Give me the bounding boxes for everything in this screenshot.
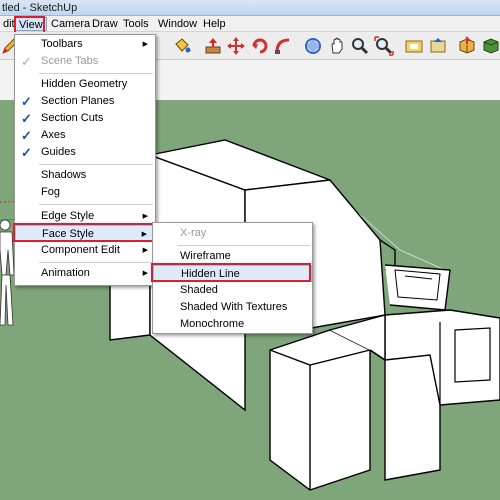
face-style-xray[interactable]: X-ray: [153, 225, 312, 242]
menu-draw[interactable]: Draw: [89, 17, 121, 31]
paint-bucket-icon[interactable]: [172, 36, 192, 56]
checkmark-icon: ✓: [21, 94, 32, 109]
face-style-monochrome[interactable]: Monochrome: [153, 316, 312, 333]
checkmark-icon: ✓: [21, 111, 32, 126]
hidden-line-highlight-box: [151, 263, 311, 282]
view-menu-guides[interactable]: ✓ Guides: [15, 144, 155, 161]
menu-camera[interactable]: Camera: [48, 17, 93, 31]
menu-separator: [39, 204, 153, 205]
view-menu-scene-tabs[interactable]: ✓ Scene Tabs: [15, 53, 155, 70]
menu-separator: [177, 245, 310, 246]
styles-icon[interactable]: [481, 36, 500, 56]
view-menu-toolbars[interactable]: Toolbars ▶: [15, 36, 155, 53]
checkmark-icon: ✓: [21, 145, 32, 160]
menu-separator: [39, 164, 153, 165]
move-icon[interactable]: [226, 36, 246, 56]
menu-help[interactable]: Help: [200, 17, 229, 31]
share-model-icon[interactable]: [428, 36, 448, 56]
follow-me-icon[interactable]: [273, 36, 293, 56]
zoom-extents-icon[interactable]: [374, 36, 394, 56]
menu-window[interactable]: Window: [155, 17, 200, 31]
zoom-icon[interactable]: [350, 36, 370, 56]
view-menu: Toolbars ▶ ✓ Scene Tabs Hidden Geometry …: [14, 34, 156, 286]
window-title: tled - SketchUp: [2, 2, 78, 14]
view-menu-component-edit[interactable]: Component Edit ▶: [15, 242, 155, 259]
view-menu-shadows[interactable]: Shadows: [15, 167, 155, 184]
checkmark-icon: ✓: [21, 54, 32, 69]
view-menu-fog[interactable]: Fog: [15, 184, 155, 201]
orbit-icon[interactable]: [303, 36, 323, 56]
view-menu-hidden-geometry[interactable]: Hidden Geometry: [15, 76, 155, 93]
face-style-shaded[interactable]: Shaded: [153, 282, 312, 299]
view-menu-axes[interactable]: ✓ Axes: [15, 127, 155, 144]
pan-icon[interactable]: [327, 36, 347, 56]
rotate-icon[interactable]: [250, 36, 270, 56]
menu-tools[interactable]: Tools: [120, 17, 152, 31]
title-bar: tled - SketchUp: [0, 0, 500, 16]
get-models-icon[interactable]: [404, 36, 424, 56]
view-menu-animation[interactable]: Animation ▶: [15, 265, 155, 282]
push-pull-icon[interactable]: [203, 36, 223, 56]
menu-bar: dit View Camera Draw Tools Window Help: [0, 16, 500, 32]
view-menu-section-cuts[interactable]: ✓ Section Cuts: [15, 110, 155, 127]
submenu-arrow-icon: ▶: [142, 270, 148, 277]
view-menu-section-planes[interactable]: ✓ Section Planes: [15, 93, 155, 110]
face-style-highlight-box: [13, 223, 156, 242]
menu-separator: [39, 73, 153, 74]
checkmark-icon: ✓: [21, 128, 32, 143]
submenu-arrow-icon: ▶: [142, 41, 148, 48]
right-tall-block: [384, 354, 441, 481]
menu-separator: [39, 262, 153, 263]
components-icon[interactable]: [457, 36, 477, 56]
face-style-shaded-with-textures[interactable]: Shaded With Textures: [153, 299, 312, 316]
submenu-arrow-icon: ▶: [142, 247, 148, 254]
